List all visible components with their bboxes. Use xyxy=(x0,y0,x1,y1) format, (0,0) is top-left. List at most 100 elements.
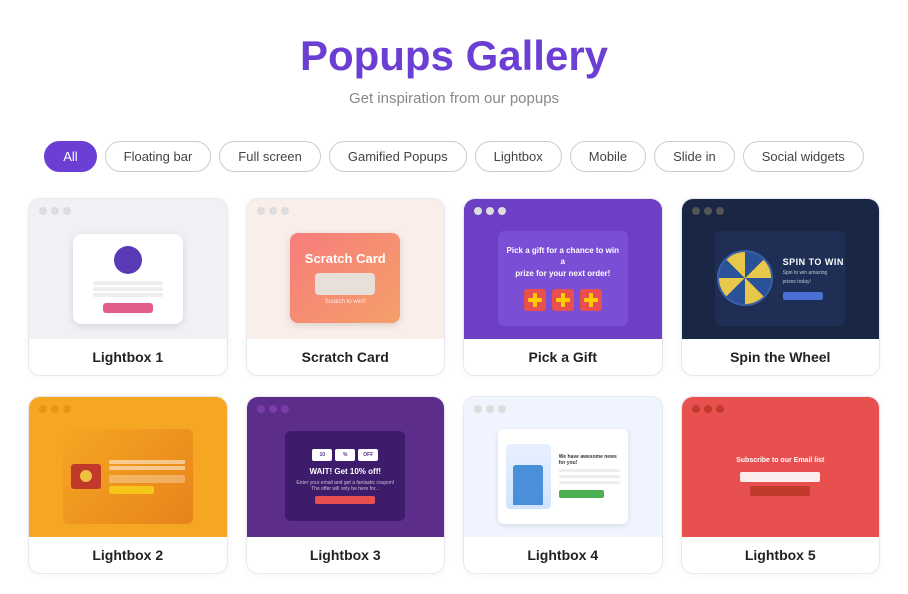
lb4-right: We have awesome news for you! xyxy=(559,454,620,498)
lb3-sq1: 10 xyxy=(312,449,332,461)
card-label-lightbox3: Lightbox 3 xyxy=(247,537,445,573)
window-dots xyxy=(29,199,81,219)
lb3-scratch-boxes: 10 % OFF xyxy=(312,449,378,461)
window-dots-lb5 xyxy=(682,397,734,417)
card-preview-scratch: Scratch Card Scratch to win!! xyxy=(247,199,445,339)
card-preview-lightbox5: Subscribe to our Email list xyxy=(682,397,880,537)
gallery-card-lightbox2[interactable]: Lightbox 2 xyxy=(28,396,228,574)
lb3-sq2: % xyxy=(335,449,355,461)
card-preview-lightbox1 xyxy=(29,199,227,339)
filter-all[interactable]: All xyxy=(44,141,96,172)
dot2 xyxy=(704,405,712,413)
dot3 xyxy=(63,207,71,215)
lb1-text-line3 xyxy=(93,293,163,297)
lb3-sq3: OFF xyxy=(358,449,378,461)
card-label-lightbox2: Lightbox 2 xyxy=(29,537,227,573)
filter-lightbox[interactable]: Lightbox xyxy=(475,141,562,172)
card-label-gift: Pick a Gift xyxy=(464,339,662,375)
gallery-card-lightbox4[interactable]: We have awesome news for you! Lightbox 4 xyxy=(463,396,663,574)
dot2 xyxy=(51,405,59,413)
lb4-line2 xyxy=(559,475,620,478)
window-dots-lb4 xyxy=(464,397,516,417)
lb3-title: WAIT! Get 10% off! xyxy=(309,467,381,476)
lb4-line1 xyxy=(559,469,620,472)
lb4-line3 xyxy=(559,481,620,484)
card-label-lightbox4: Lightbox 4 xyxy=(464,537,662,573)
gift-text: Pick a gift for a chance to win aprize f… xyxy=(506,245,620,279)
gift-item-2 xyxy=(552,289,574,311)
gallery-card-lightbox1[interactable]: Lightbox 1 xyxy=(28,198,228,376)
dot1 xyxy=(474,405,482,413)
window-dots-gift xyxy=(464,199,516,219)
dot1 xyxy=(257,405,265,413)
dot1 xyxy=(692,207,700,215)
gallery-card-scratch[interactable]: Scratch Card Scratch to win!! Scratch Ca… xyxy=(246,198,446,376)
dot1 xyxy=(257,207,265,215)
lb2-line1 xyxy=(109,460,185,464)
lb4-figure xyxy=(513,465,543,505)
gallery-card-lightbox5[interactable]: Subscribe to our Email list Lightbox 5 xyxy=(681,396,881,574)
dot2 xyxy=(269,405,277,413)
spin-cta-btn xyxy=(783,292,823,300)
filter-mobile[interactable]: Mobile xyxy=(570,141,646,172)
spin-sub2: prizes today! xyxy=(783,279,844,285)
filter-bar: All Floating bar Full screen Gamified Po… xyxy=(0,123,908,182)
window-dots-spin xyxy=(682,199,734,219)
scratch-card-title: Scratch Card xyxy=(305,251,386,267)
filter-social-widgets[interactable]: Social widgets xyxy=(743,141,864,172)
lb4-illustration xyxy=(506,444,551,509)
filter-slide-in[interactable]: Slide in xyxy=(654,141,735,172)
spin-text-area: SPIN TO WIN Spin to win amazing prizes t… xyxy=(783,257,844,300)
gift-inner-box: Pick a gift for a chance to win aprize f… xyxy=(498,231,628,326)
window-dots-scratch xyxy=(247,199,299,219)
dot1 xyxy=(692,405,700,413)
spin-inner-box: SPIN TO WIN Spin to win amazing prizes t… xyxy=(715,231,845,326)
scratch-card-inner: Scratch Card Scratch to win!! xyxy=(290,233,400,323)
page-subtitle: Get inspiration from our popups xyxy=(20,90,888,107)
dot2 xyxy=(486,207,494,215)
lb2-cta xyxy=(109,486,155,494)
lb5-inner-box: Subscribe to our Email list xyxy=(720,431,840,521)
card-preview-lightbox4: We have awesome news for you! xyxy=(464,397,662,537)
card-preview-lightbox2 xyxy=(29,397,227,537)
window-dots-lb3 xyxy=(247,397,299,417)
lb2-line2 xyxy=(109,466,185,470)
lb5-title: Subscribe to our Email list xyxy=(736,457,824,464)
lb3-inner-box: 10 % OFF WAIT! Get 10% off! Enter your e… xyxy=(285,431,405,521)
dot2 xyxy=(486,405,494,413)
dot3 xyxy=(281,405,289,413)
dot3 xyxy=(716,405,724,413)
dot2 xyxy=(704,207,712,215)
filter-full-screen[interactable]: Full screen xyxy=(219,141,321,172)
lb1-text-line2 xyxy=(93,287,163,291)
lb1-circle xyxy=(114,246,142,274)
lb3-btn xyxy=(315,496,375,504)
dot2 xyxy=(51,207,59,215)
gallery-grid-row2: Lightbox 2 10 % OFF WAIT! Get 10% off! E… xyxy=(0,396,908,594)
card-preview-lightbox3: 10 % OFF WAIT! Get 10% off! Enter your e… xyxy=(247,397,445,537)
gallery-card-lightbox3[interactable]: 10 % OFF WAIT! Get 10% off! Enter your e… xyxy=(246,396,446,574)
lb2-right xyxy=(109,458,185,494)
card-preview-gift: Pick a gift for a chance to win aprize f… xyxy=(464,199,662,339)
gift-item-3 xyxy=(580,289,602,311)
lb1-cta-btn xyxy=(103,303,153,313)
gift-items xyxy=(524,289,602,311)
window-dots-lb2 xyxy=(29,397,81,417)
spin-wheel xyxy=(717,250,773,306)
filter-floating-bar[interactable]: Floating bar xyxy=(105,141,212,172)
lb4-heading: We have awesome news for you! xyxy=(559,454,620,466)
dot3 xyxy=(281,207,289,215)
lb5-email-input xyxy=(740,472,820,482)
scratch-area xyxy=(315,273,375,295)
page-header: Popups Gallery Get inspiration from our … xyxy=(0,0,908,123)
dot1 xyxy=(39,207,47,215)
lb2-input xyxy=(109,475,185,483)
gallery-card-spin[interactable]: SPIN TO WIN Spin to win amazing prizes t… xyxy=(681,198,881,376)
lb4-cta xyxy=(559,490,604,498)
gallery-card-gift[interactable]: Pick a gift for a chance to win aprize f… xyxy=(463,198,663,376)
dot3 xyxy=(498,207,506,215)
card-label-lightbox5: Lightbox 5 xyxy=(682,537,880,573)
filter-gamified[interactable]: Gamified Popups xyxy=(329,141,467,172)
dot2 xyxy=(269,207,277,215)
card-label-spin: Spin the Wheel xyxy=(682,339,880,375)
